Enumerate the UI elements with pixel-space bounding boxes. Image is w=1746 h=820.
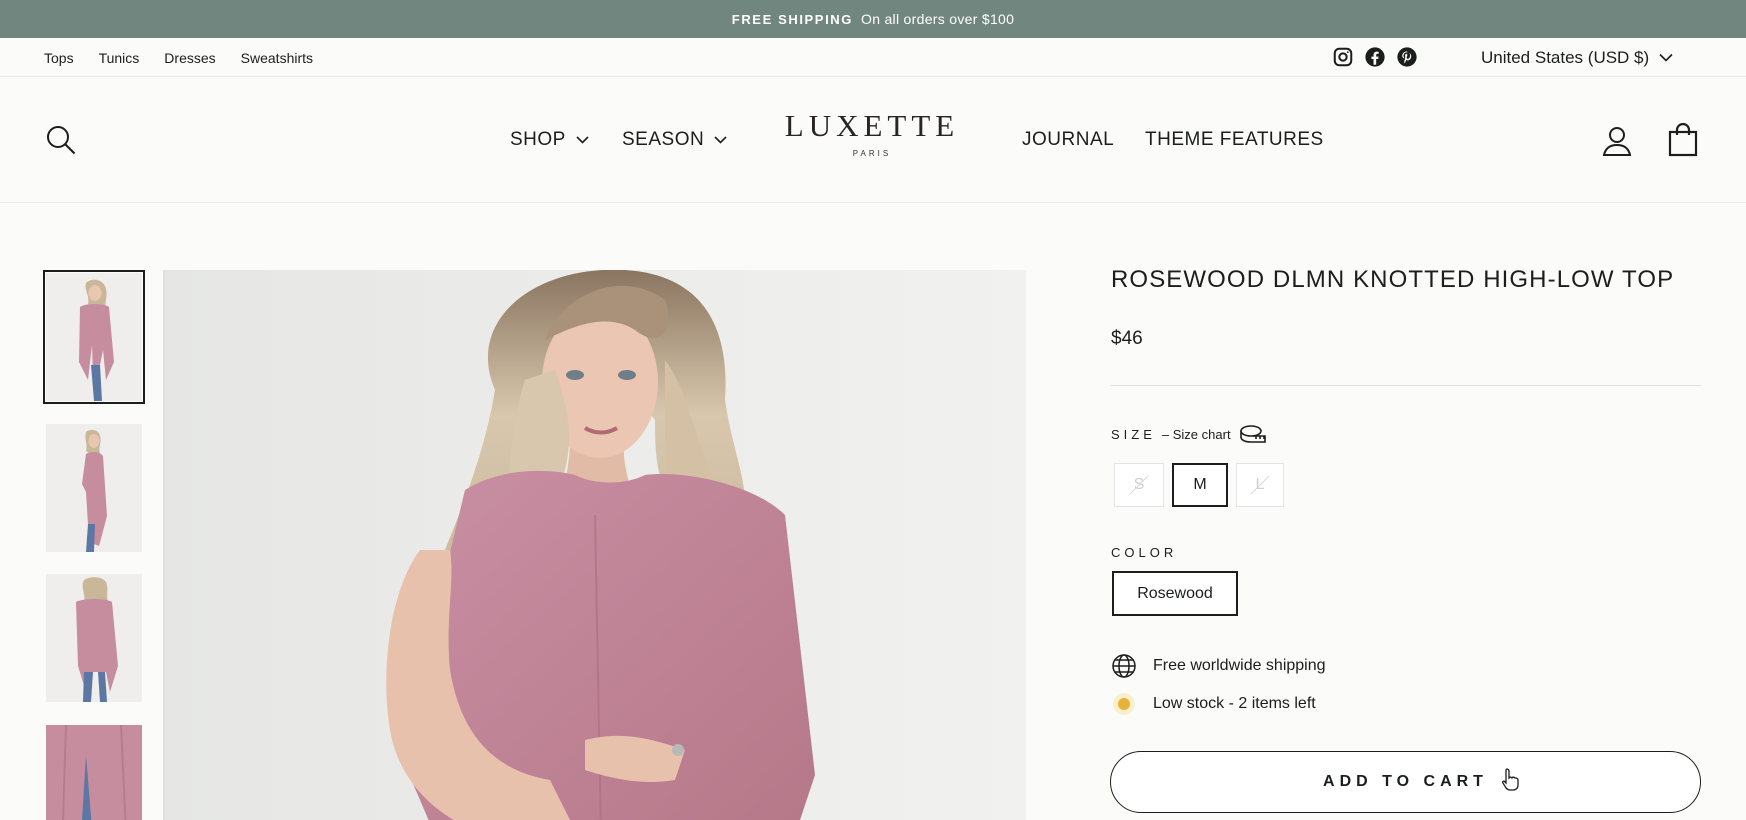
logo-word: LUXETTE [784,108,960,143]
product-thumbnail-side [46,424,142,552]
utility-links: Tops Tunics Dresses Sweatshirts [44,38,313,77]
stock-indicator-icon [1111,691,1137,717]
size-chart-link[interactable]: – Size chart [1162,427,1231,442]
pinterest-icon[interactable] [1396,46,1418,68]
color-option-label: Rosewood [1137,584,1213,602]
chevron-down-icon [1659,53,1673,62]
announcement-strong: FREE SHIPPING [731,11,853,27]
product-thumbnail-front [46,273,142,401]
announcement-bar: FREE SHIPPING On all orders over $100 [0,0,1746,38]
product-price: $46 [1111,328,1143,349]
utility-link-tops[interactable]: Tops [44,50,74,66]
product-main-image[interactable] [163,270,1026,820]
size-option-s[interactable]: S [1114,463,1164,507]
shipping-note: Free worldwide shipping [1153,657,1326,674]
size-option-label: S [1133,476,1145,493]
size-option-m[interactable]: M [1172,463,1228,507]
site-logo[interactable]: LUXETTE PARIS [770,108,974,159]
chevron-down-icon [576,136,589,144]
model-photo [165,270,1026,820]
size-label-row: SIZE – Size chart [1111,424,1267,444]
nav-journal-label: JOURNAL [1022,129,1115,150]
add-to-cart-button[interactable]: ADD TO CART [1110,751,1701,813]
size-option-label: L [1255,476,1265,493]
utility-link-dresses[interactable]: Dresses [164,50,215,66]
search-icon[interactable] [45,124,77,156]
size-option-l[interactable]: L [1236,463,1284,507]
nav-season-label: SEASON [622,129,705,150]
add-to-cart-label: ADD TO CART [1323,773,1488,790]
chevron-down-icon [714,136,727,144]
globe-icon [1111,653,1137,679]
nav-shop-label: SHOP [510,129,566,150]
announcement-text: On all orders over $100 [861,11,1015,27]
gallery-thumbnail[interactable] [46,725,142,820]
nav-theme-features[interactable]: THEME FEATURES [1145,77,1324,203]
account-icon[interactable] [1601,125,1633,157]
stock-info: Low stock - 2 items left [1111,691,1316,717]
size-option-label: M [1193,476,1207,493]
stock-note: Low stock - 2 items left [1153,695,1316,712]
divider [1111,385,1701,386]
gallery-thumbnail[interactable] [46,574,142,702]
color-option-rosewood[interactable]: Rosewood [1112,571,1238,616]
gallery-thumbnail[interactable] [46,424,142,552]
gallery-thumbnail[interactable] [43,270,145,404]
ruler-icon[interactable] [1239,424,1267,444]
utility-bar: Tops Tunics Dresses Sweatshirts United S… [0,38,1746,77]
currency-selector[interactable]: United States (USD $) [1481,38,1673,77]
size-label: SIZE [1111,426,1156,442]
product-title: ROSEWOOD DLMN KNOTTED HIGH-LOW TOP [1111,266,1675,293]
cart-icon[interactable] [1668,123,1698,157]
product-thumbnail-back [46,574,142,702]
utility-link-tunics[interactable]: Tunics [99,50,140,66]
currency-label: United States (USD $) [1481,47,1650,67]
utility-link-sweatshirts[interactable]: Sweatshirts [241,50,313,66]
logo-sub: PARIS [852,149,892,158]
facebook-icon[interactable] [1364,46,1386,68]
product-thumbnail-detail [46,725,142,820]
color-label: COLOR [1111,545,1178,560]
nav-season[interactable]: SEASON [622,77,727,203]
hand-cursor-icon [1501,768,1519,791]
nav-theme-features-label: THEME FEATURES [1145,129,1324,150]
shipping-info: Free worldwide shipping [1111,653,1326,679]
instagram-icon[interactable] [1332,46,1354,68]
nav-journal[interactable]: JOURNAL [1022,77,1114,203]
site-header: SHOP SEASON LUXETTE PARIS JOURNAL THEME … [0,77,1746,203]
nav-shop[interactable]: SHOP [510,77,589,203]
social-links [1332,46,1418,68]
